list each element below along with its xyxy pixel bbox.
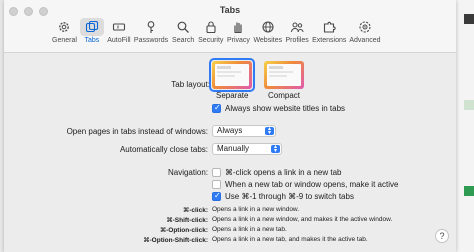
cmd-click-new-tab-label: ⌘-click opens a link in a new tab [225,168,342,177]
open-pages-label: Open pages in tabs instead of windows: [66,127,208,136]
tab-tabs[interactable]: Tabs [79,18,104,44]
lock-icon [199,18,223,36]
tab-websites[interactable]: Websites [253,18,282,44]
gear-icon [52,18,76,36]
tab-label: Security [198,37,224,44]
profiles-icon [285,18,309,36]
tab-label: Advanced [349,37,381,44]
tab-advanced[interactable]: Advanced [349,18,381,44]
tab-label: Websites [253,37,283,44]
tab-passwords[interactable]: Passwords [134,18,168,44]
background-strip [464,186,474,196]
cmd-click-new-tab-checkbox[interactable] [212,168,221,177]
shortcut-description: Opens a link in a new window. [212,206,300,213]
make-new-tab-active-label: When a new tab or window opens, make it … [225,180,399,189]
shortcut-key: ⌘-click: [183,207,208,214]
tab-label: Extensions [312,37,347,44]
hand-icon [226,18,250,36]
shortcut-description: Opens a link in a new tab, and makes it … [212,236,368,243]
shortcut-description: Opens a link in a new tab. [212,226,287,233]
background-strip [464,14,474,24]
tab-label: Search [172,37,195,44]
tab-search[interactable]: Search [171,18,195,44]
auto-close-popup[interactable]: Manually ▴ ▾ [212,143,282,155]
shortcut-key: ⌘-Option-click: [160,227,208,234]
puzzle-icon [317,18,341,36]
thumbnail-window [267,64,301,86]
tab-extensions[interactable]: Extensions [312,18,346,44]
cmd-number-switch-tabs-label: Use ⌘-1 through ⌘-9 to switch tabs [225,192,354,201]
always-show-titles-label: Always show website titles in tabs [225,104,346,113]
key-icon [139,18,163,36]
help-button[interactable]: ? [435,229,449,243]
background-window-edge-right [456,0,474,252]
chevron-updown-icon: ▴ ▾ [271,144,280,154]
open-pages-value: Always [217,126,243,135]
advanced-gear-icon [353,18,377,36]
navigation-label: Navigation: [167,168,208,177]
tab-security[interactable]: Security [198,18,223,44]
tab-label: AutoFill [107,37,131,44]
tab-privacy[interactable]: Privacy [226,18,250,44]
cmd-number-switch-tabs-checkbox[interactable] [212,191,221,201]
compact-label: Compact [268,91,301,100]
window-title: Tabs [219,5,241,15]
thumbnail-window [215,64,249,86]
title-bar: Tabs General Tabs AutoFill Passwords Sea… [4,0,456,53]
chevron-updown-icon: ▴ ▾ [265,126,274,136]
tabs-icon [79,18,104,36]
separate-label: Separate [216,91,249,100]
auto-close-value: Manually [217,144,250,153]
background-strip [464,100,474,110]
tabs-settings-pane: Tab layout: Separate Compact Always show… [4,53,456,252]
search-icon [171,18,195,36]
make-new-tab-active-checkbox[interactable] [212,180,221,189]
safari-settings-window: Tabs General Tabs AutoFill Passwords Sea… [4,0,456,252]
tab-label: Passwords [133,37,169,44]
tab-profiles[interactable]: Profiles [285,18,309,44]
tab-label: Privacy [226,37,250,44]
tab-general[interactable]: General [52,18,77,44]
tab-layout-label: Tab layout: [171,80,210,89]
globe-icon [256,18,280,36]
tab-autofill[interactable]: AutoFill [107,18,131,44]
compact-layout-thumbnail[interactable] [264,61,304,89]
shortcut-key: ⌘-Option-Shift-click: [143,237,208,244]
auto-close-label: Automatically close tabs: [119,145,208,154]
settings-toolbar: General Tabs AutoFill Passwords Search S… [52,18,384,44]
shortcut-description: Opens a link in a new window, and makes … [212,216,393,223]
tab-label: General [52,37,77,44]
open-pages-popup[interactable]: Always ▴ ▾ [212,125,276,137]
always-show-titles-checkbox[interactable] [212,103,221,113]
autofill-icon [107,18,131,36]
separate-layout-thumbnail[interactable] [212,61,252,89]
tab-label: Tabs [84,37,100,44]
shortcut-key: ⌘-Shift-click: [166,217,208,224]
tab-label: Profiles [285,37,309,44]
